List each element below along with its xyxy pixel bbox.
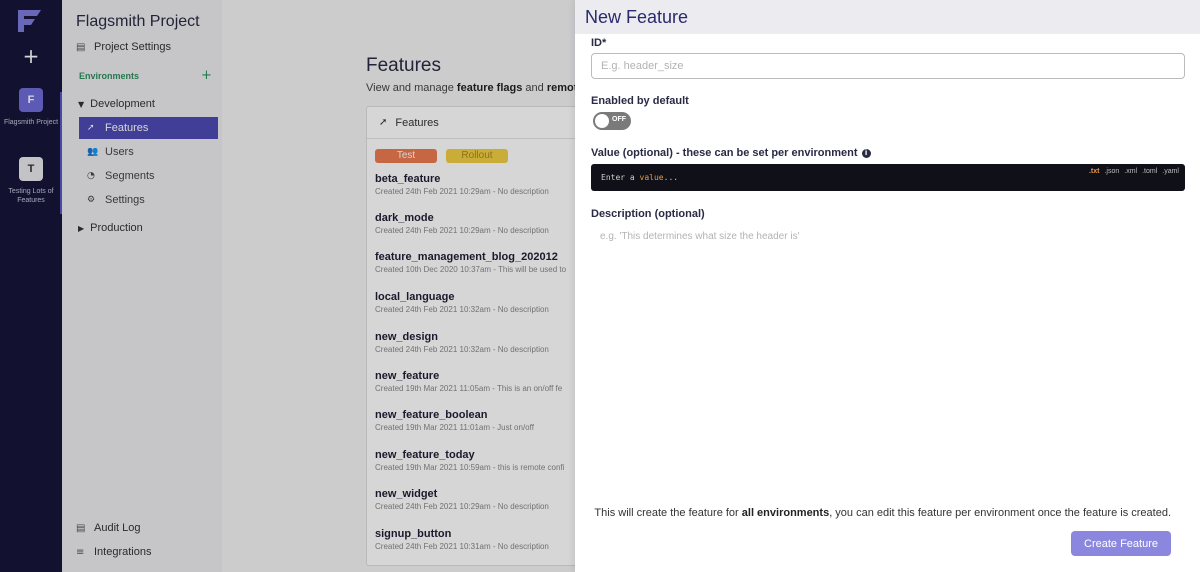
enabled-label: Enabled by default [591,95,689,107]
toggle-knob [595,114,609,128]
description-label: Description (optional) [591,208,705,220]
description-input[interactable] [591,228,1185,268]
format-tab-xml[interactable]: .xml [1124,168,1137,175]
format-tab-toml[interactable]: .toml [1142,168,1157,175]
create-feature-button[interactable]: Create Feature [1071,531,1171,556]
info-icon[interactable]: i [861,149,871,158]
value-placeholder: Enter a value... [601,173,679,182]
create-note: This will create the feature for all env… [594,507,1171,519]
drawer-header: New Feature [575,0,1200,34]
format-tabs: .txt .json .xml .toml .yaml [1089,168,1179,175]
format-tab-txt[interactable]: .txt [1089,168,1100,175]
value-label: Value (optional) - these can be set per … [591,147,871,159]
id-label: ID* [591,37,607,49]
drawer-title: New Feature [585,6,689,27]
format-tab-yaml[interactable]: .yaml [1162,168,1179,175]
format-tab-json[interactable]: .json [1104,168,1119,175]
id-input[interactable] [591,53,1185,79]
enabled-toggle[interactable]: OFF [593,112,631,130]
value-editor[interactable]: Enter a value... .txt .json .xml .toml .… [591,164,1185,191]
new-feature-drawer: New Feature ID* Enabled by default OFF V… [575,0,1200,572]
toggle-state: OFF [612,116,626,123]
modal-backdrop[interactable] [0,0,575,572]
